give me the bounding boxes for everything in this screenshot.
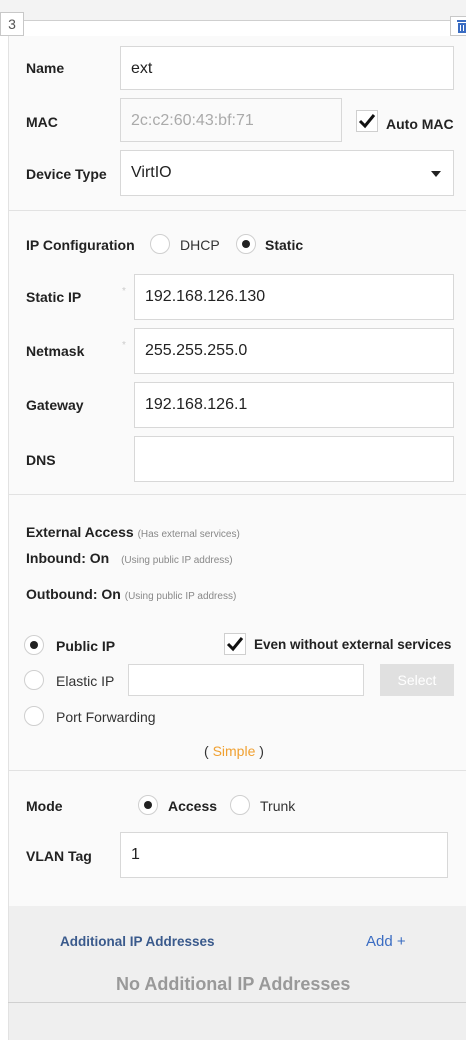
check-icon (226, 637, 244, 652)
trash-icon (457, 20, 466, 33)
additional-ip-section (8, 906, 466, 1040)
mac-label: MAC (26, 114, 58, 130)
netmask-input[interactable]: 255.255.255.0 (134, 328, 454, 374)
elastic-ip-label: Elastic IP (56, 673, 115, 689)
port-forwarding-radio[interactable] (24, 706, 44, 726)
static-ip-input[interactable]: 192.168.126.130 (134, 274, 454, 320)
dhcp-label: DHCP (180, 237, 220, 253)
outbound-status: Outbound: On (Using public IP address) (26, 586, 236, 602)
interface-number-tab[interactable]: 3 (0, 12, 24, 36)
check-icon (358, 114, 376, 129)
access-radio[interactable] (138, 795, 158, 815)
outbound-label: Outbound: On (26, 586, 121, 602)
delete-interface-button[interactable] (450, 16, 466, 36)
vlan-tag-label: VLAN Tag (26, 848, 92, 864)
dns-label: DNS (26, 452, 56, 468)
external-access-note: (Has external services) (137, 529, 240, 540)
divider (8, 1002, 466, 1003)
outbound-note: (Using public IP address) (124, 591, 237, 602)
no-additional-ip-text: No Additional IP Addresses (116, 974, 351, 994)
mode-label: Mode (26, 798, 63, 814)
public-ip-label: Public IP (56, 638, 116, 654)
port-forwarding-label: Port Forwarding (56, 709, 156, 725)
even-without-label: Even without external services (254, 637, 452, 652)
static-ip-label: Static IP (26, 289, 82, 305)
divider (8, 210, 466, 211)
top-border (24, 20, 454, 21)
auto-mac-label: Auto MAC (386, 116, 454, 132)
trunk-radio[interactable] (230, 795, 250, 815)
even-without-checkbox[interactable] (224, 633, 246, 655)
inbound-label: Inbound: On (26, 550, 110, 566)
gateway-label: Gateway (26, 397, 84, 413)
simple-toggle: ( Simple ) (204, 743, 264, 759)
required-marker: * (122, 340, 126, 351)
elastic-ip-input[interactable] (128, 664, 364, 696)
inbound-status: Inbound: On (Using public IP address) (26, 550, 233, 566)
dns-input[interactable] (134, 436, 454, 482)
caret-down-icon (431, 171, 441, 177)
simple-paren-close: ) (259, 743, 264, 759)
simple-paren-open: ( (204, 743, 209, 759)
external-access-label: External Access (26, 524, 134, 540)
static-label: Static (265, 237, 304, 253)
divider (8, 770, 466, 771)
elastic-ip-radio[interactable] (24, 670, 44, 690)
access-label: Access (168, 798, 218, 814)
device-type-label: Device Type (26, 166, 107, 182)
device-type-select[interactable]: VirtIO (120, 150, 454, 196)
auto-mac-checkbox[interactable] (356, 110, 378, 132)
trunk-label: Trunk (260, 798, 296, 814)
mac-input[interactable]: 2c:c2:60:43:bf:71 (120, 98, 342, 142)
static-radio[interactable] (236, 234, 256, 254)
select-elastic-ip-button[interactable]: Select (380, 664, 454, 696)
additional-ip-title: Additional IP Addresses (60, 934, 215, 949)
simple-link[interactable]: Simple (213, 743, 256, 759)
device-type-value: VirtIO (131, 164, 172, 181)
name-label: Name (26, 60, 65, 76)
netmask-label: Netmask (26, 343, 85, 359)
vlan-tag-input[interactable]: 1 (120, 832, 448, 878)
gateway-input[interactable]: 192.168.126.1 (134, 382, 454, 428)
top-strip (0, 0, 466, 20)
add-ip-button[interactable]: Add + (366, 933, 406, 950)
name-input[interactable]: ext (120, 46, 454, 90)
public-ip-radio[interactable] (24, 635, 44, 655)
dhcp-radio[interactable] (150, 234, 170, 254)
required-marker: * (122, 286, 126, 297)
divider (8, 494, 466, 495)
external-access-title: External Access (Has external services) (26, 524, 240, 540)
ip-config-label: IP Configuration (26, 237, 135, 253)
inbound-note: (Using public IP address) (121, 555, 233, 566)
